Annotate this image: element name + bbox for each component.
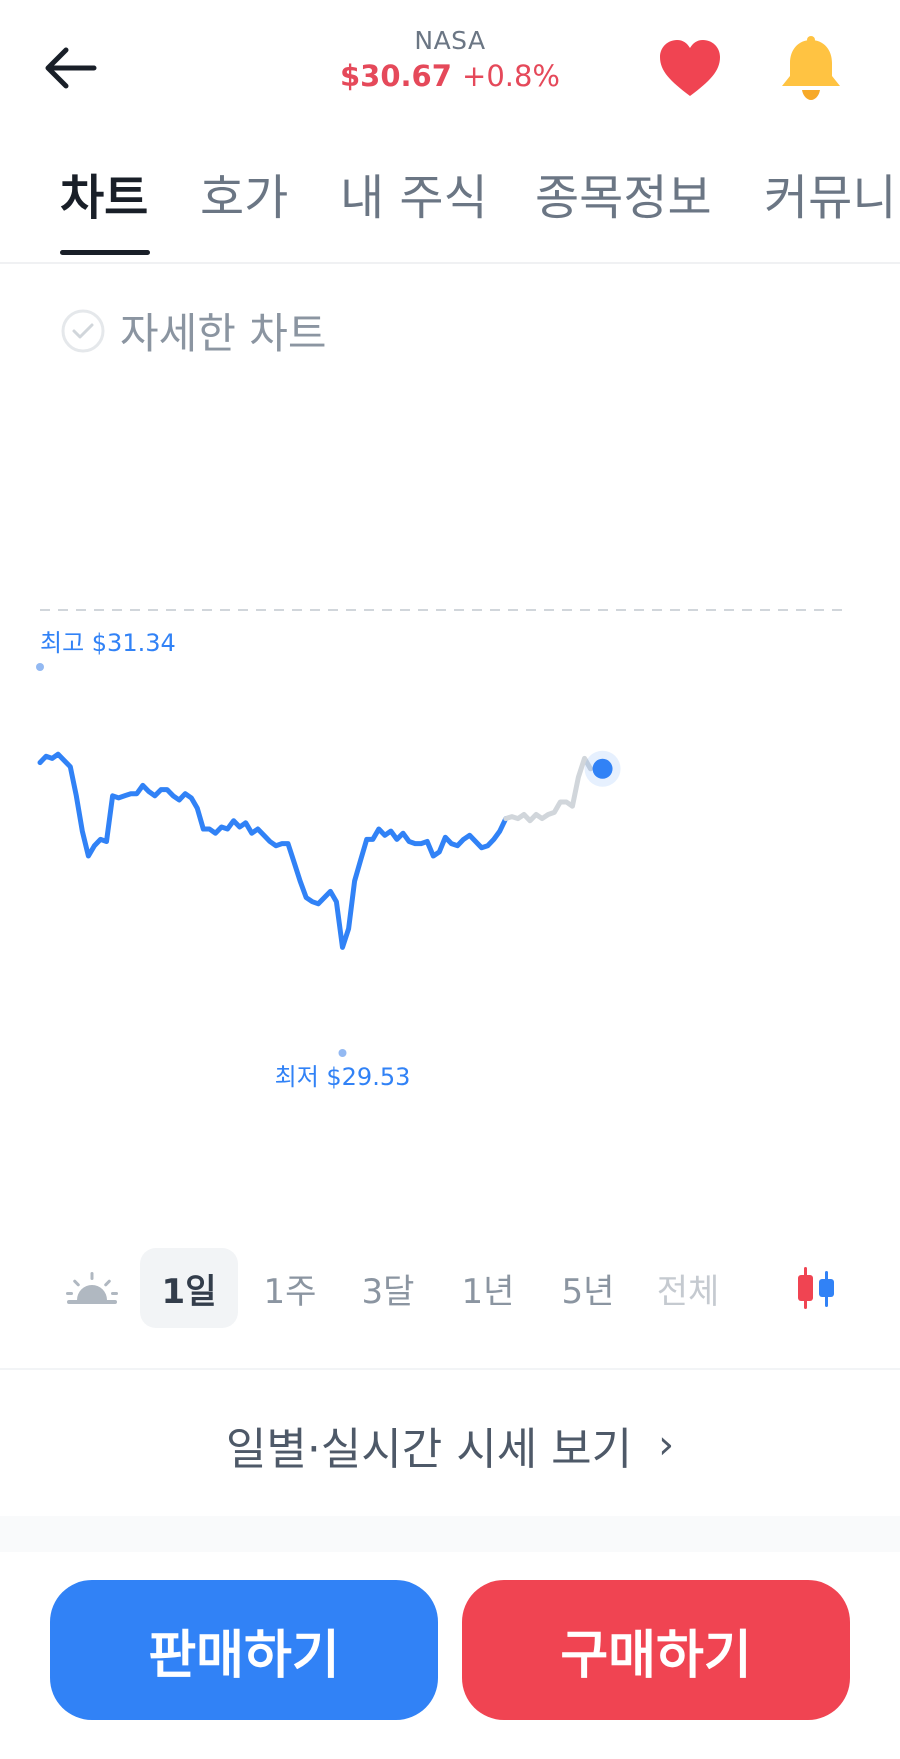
period-5year[interactable]: 5년	[548, 1248, 628, 1328]
favorite-button[interactable]	[656, 36, 724, 102]
tab-community[interactable]: 커뮤니티	[764, 158, 900, 228]
ticker-price-line: $30.67 +0.8%	[300, 59, 600, 93]
price-chart[interactable]: 최고 $31.34 최저 $29.53	[0, 580, 900, 1200]
period-all[interactable]: 전체	[648, 1248, 728, 1328]
high-marker	[36, 663, 44, 671]
heart-icon	[660, 40, 720, 96]
low-price-label: 최저 $29.53	[275, 1063, 411, 1091]
section-gap	[0, 1516, 900, 1552]
sunrise-icon	[66, 1272, 118, 1304]
check-circle-icon	[61, 309, 105, 352]
daily-realtime-quotes-link[interactable]: 일별·실시간 시세 보기 ›	[0, 1390, 900, 1500]
period-3month[interactable]: 3달	[348, 1248, 428, 1328]
stock-header: NASA $30.67 +0.8%	[0, 0, 900, 140]
detail-chart-label: 자세한 차트	[120, 309, 327, 358]
tab-bar: 차트 호가 내 주식 종목정보 커뮤니티	[0, 140, 900, 264]
period-selector: 1일 1주 3달 1년 5년 전체	[0, 1248, 900, 1328]
chevron-right-icon: ›	[658, 1422, 675, 1468]
alert-button[interactable]	[776, 34, 846, 104]
bell-icon	[782, 36, 840, 100]
active-tab-indicator	[60, 250, 150, 255]
period-1year[interactable]: 1년	[448, 1248, 528, 1328]
period-market-hours[interactable]	[52, 1248, 132, 1328]
back-button[interactable]	[40, 38, 100, 98]
candlestick-icon	[798, 1267, 834, 1309]
price-change: +0.8%	[462, 59, 560, 93]
price-line	[37, 751, 509, 950]
tab-chart[interactable]: 차트	[60, 158, 148, 228]
extended-hours-line	[503, 755, 593, 824]
period-1day[interactable]: 1일	[140, 1248, 238, 1328]
section-divider	[0, 1368, 900, 1370]
current-price: $30.67	[339, 59, 452, 93]
sell-button[interactable]: 판매하기	[50, 1580, 438, 1720]
detail-chart-toggle[interactable]: 자세한 차트	[60, 300, 327, 361]
tab-orderbook[interactable]: 호가	[200, 158, 288, 228]
tab-stock-info[interactable]: 종목정보	[535, 158, 712, 228]
buy-button[interactable]: 구매하기	[462, 1580, 850, 1720]
low-marker	[338, 1049, 347, 1057]
period-1week[interactable]: 1주	[250, 1248, 330, 1328]
current-price-marker	[592, 758, 613, 779]
daily-link-label: 일별·실시간 시세 보기	[225, 1424, 633, 1475]
ticker-name: NASA	[414, 26, 486, 55]
arrow-left-icon	[45, 47, 97, 89]
high-price-label: 최고 $31.34	[40, 629, 176, 657]
tab-my-stock[interactable]: 내 주식	[340, 158, 488, 228]
candlestick-toggle[interactable]	[786, 1248, 846, 1328]
ticker-info: NASA $30.67 +0.8%	[300, 26, 600, 93]
